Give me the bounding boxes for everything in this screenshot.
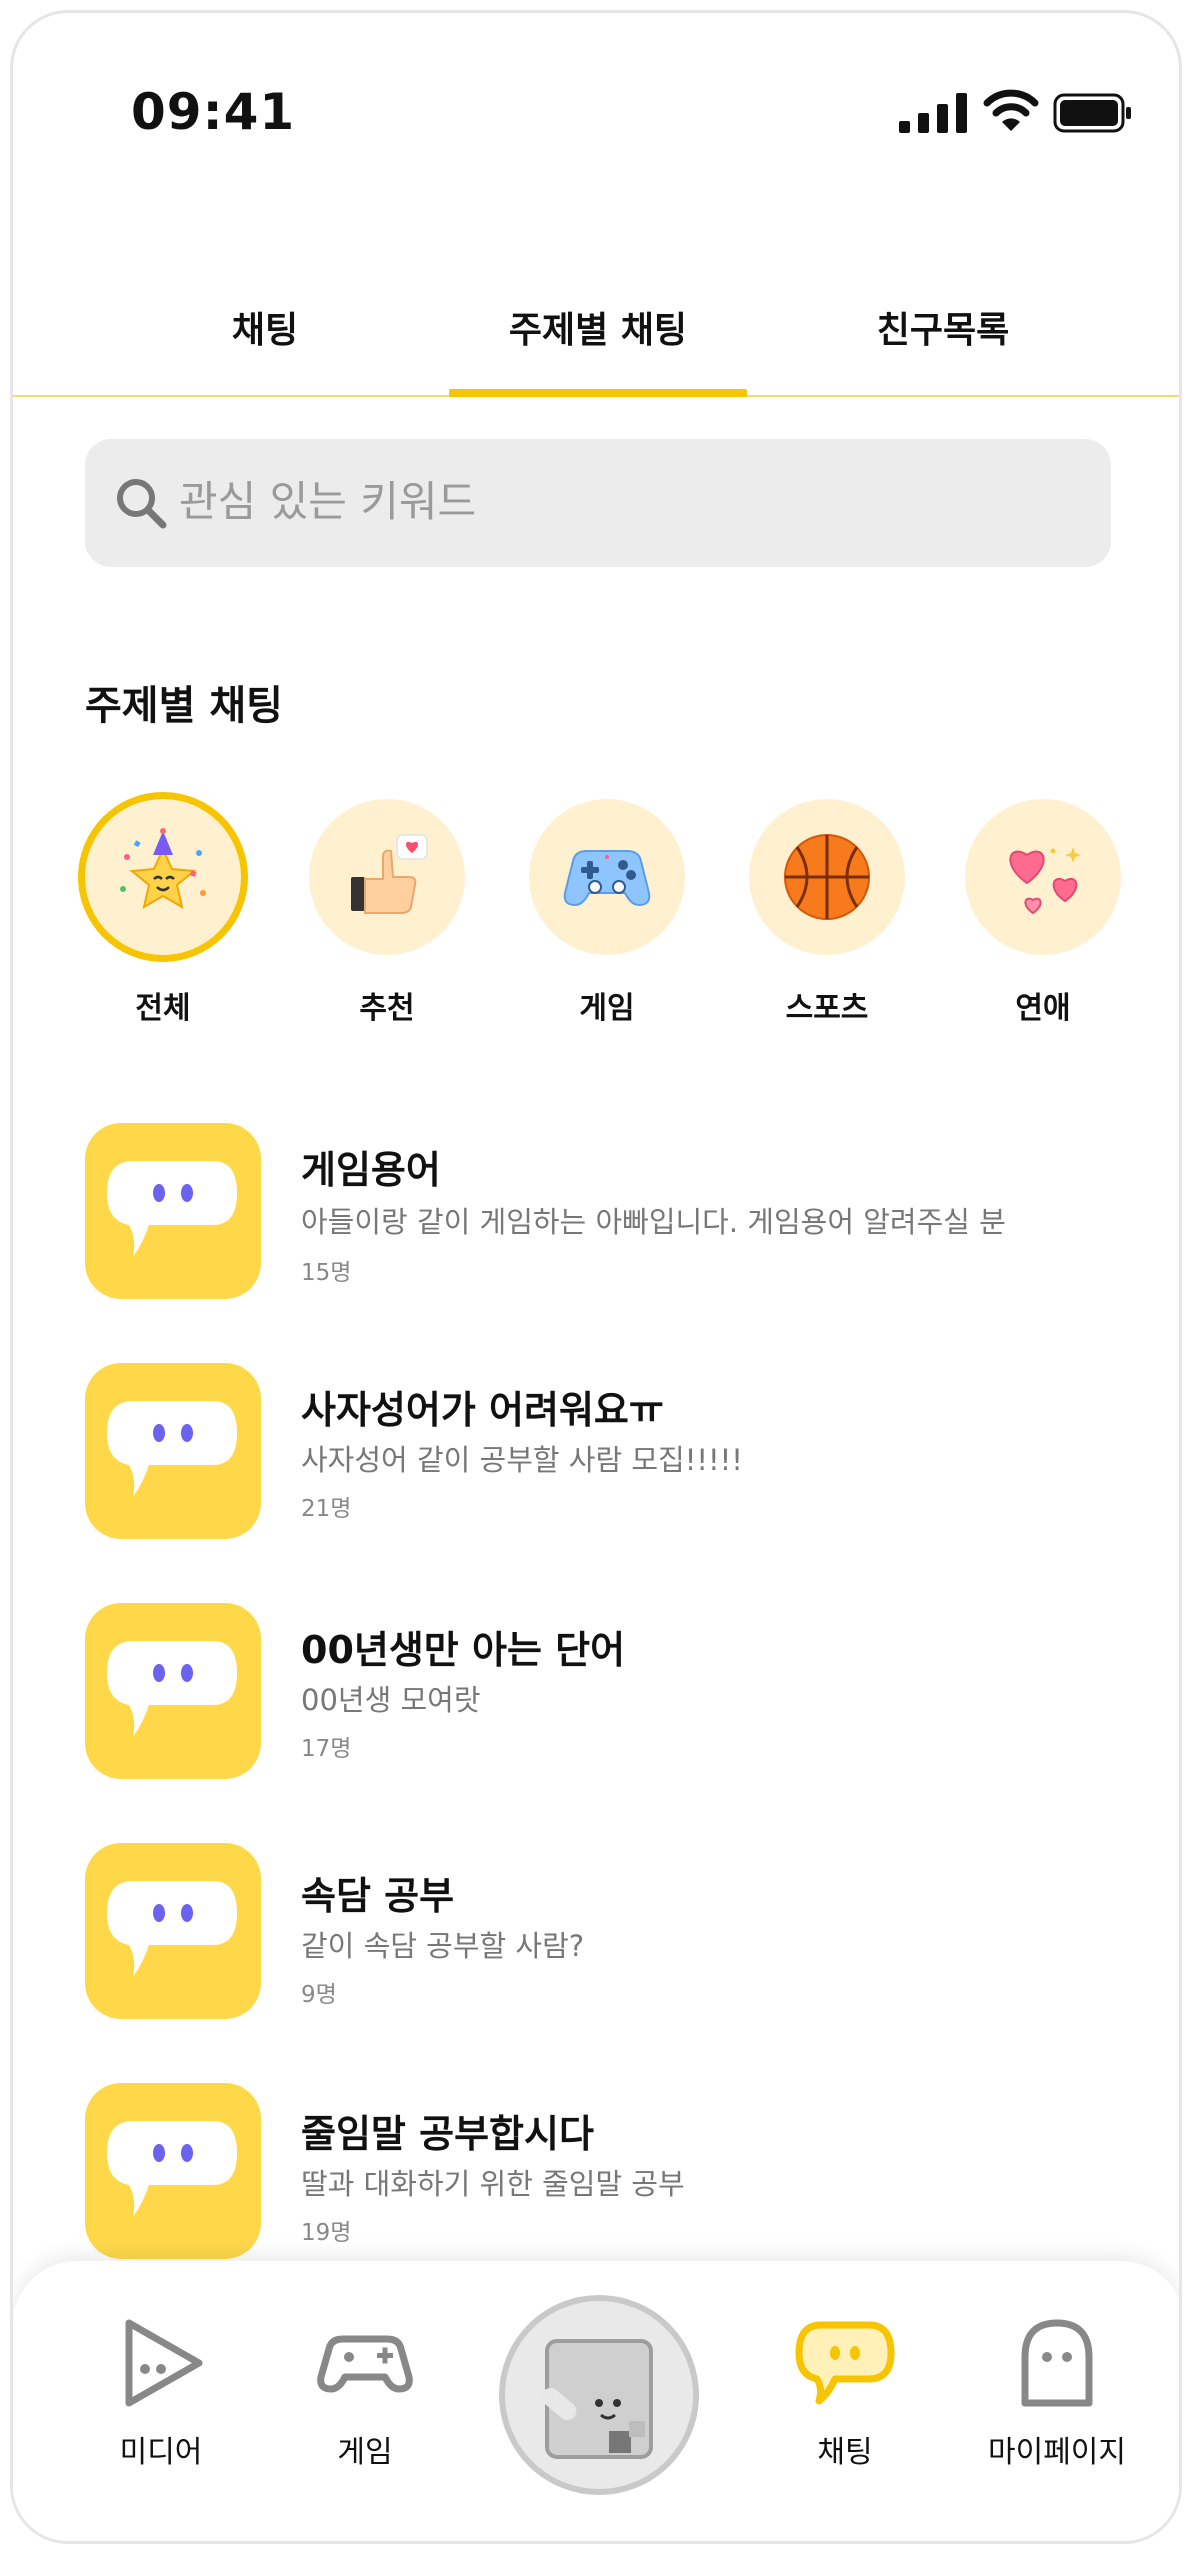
ghost-profile-icon [1021,2319,1093,2407]
list-item[interactable]: 속담 공부 같이 속담 공부할 사람? 9명 [13,1843,1179,2033]
list-item[interactable]: 사자성어가 어려워요ㅠ 사자성어 같이 공부할 사람 모집!!!!! 21명 [13,1363,1179,1553]
room-member-count: 17명 [301,1736,352,1762]
nav-media[interactable]: 미디어 [81,2313,241,2493]
character-avatar-icon [541,2339,653,2459]
chat-bubble-icon [107,2121,237,2217]
category-label-recommended: 추천 [359,991,415,1026]
category-game[interactable] [529,799,685,955]
nav-mypage[interactable]: 마이페이지 [967,2313,1147,2493]
play-icon [125,2319,203,2407]
gamepad-outline-icon [317,2335,413,2393]
tab-chat[interactable]: 채팅 [165,301,365,353]
basketball-icon [784,834,870,920]
category-love[interactable] [965,799,1121,955]
cellular-signal-icon [899,93,967,133]
nav-game[interactable]: 게임 [285,2313,445,2493]
chat-bubble-icon [795,2321,895,2405]
chat-bubble-icon [107,1401,237,1497]
chat-room-thumbnail [85,1363,261,1539]
wifi-icon [983,89,1039,131]
tab-friends[interactable]: 친구목록 [833,301,1053,353]
room-description: 사자성어 같이 공부할 사람 모집!!!!! [301,1443,743,1477]
phone-frame: 09:41 채팅 주제별 채팅 친구목록 주제별 채팅 [10,10,1182,2544]
nav-label-chat: 채팅 [817,2435,873,2470]
active-tab-indicator [449,389,747,397]
list-item[interactable]: 게임용어 아들이랑 같이 게임하는 아빠입니다. 게임용어 알려주실 분 15명 [13,1123,1179,1313]
chat-room-thumbnail [85,1603,261,1779]
nav-chat[interactable]: 채팅 [765,2313,925,2493]
category-label-love: 연애 [1015,991,1071,1026]
list-item[interactable]: 줄임말 공부합시다 딸과 대화하기 위한 줄임말 공부 19명 [13,2083,1179,2273]
search-icon [117,479,167,529]
nav-label-game: 게임 [337,2435,393,2470]
chat-bubble-icon [107,1881,237,1977]
chat-bubble-icon [107,1161,237,1257]
search-input[interactable] [179,471,779,531]
room-title: 사자성어가 어려워요ㅠ [301,1388,664,1432]
room-member-count: 19명 [301,2220,352,2246]
party-star-icon [120,828,206,910]
nav-label-media: 미디어 [119,2435,203,2470]
room-title: 속담 공부 [301,1874,455,1918]
chat-room-thumbnail [85,2083,261,2259]
room-description: 딸과 대화하기 위한 줄임말 공부 [301,2167,685,2201]
chat-room-thumbnail [85,1123,261,1299]
battery-icon [1053,93,1131,133]
room-description: 00년생 모여랏 [301,1683,481,1717]
category-label-game: 게임 [579,991,635,1026]
nav-label-mypage: 마이페이지 [988,2435,1126,2470]
category-label-all: 전체 [135,991,191,1026]
room-title: 00년생만 아는 단어 [301,1628,626,1672]
list-item[interactable]: 00년생만 아는 단어 00년생 모여랏 17명 [13,1603,1179,1793]
thumbs-up-icon [351,834,428,914]
room-member-count: 15명 [301,1260,352,1286]
status-time: 09:41 [131,83,296,141]
room-description: 아들이랑 같이 게임하는 아빠입니다. 게임용어 알려주실 분 [301,1205,1006,1239]
room-member-count: 21명 [301,1496,352,1522]
hearts-icon [1009,847,1081,915]
tab-topic-chat[interactable]: 주제별 채팅 [449,301,747,353]
category-all[interactable] [85,799,241,955]
room-description: 같이 속담 공부할 사람? [301,1929,585,1963]
room-member-count: 9명 [301,1982,337,2008]
gamepad-icon [563,850,651,907]
room-title: 게임용어 [301,1148,441,1192]
category-recommended[interactable] [309,799,465,955]
section-title: 주제별 채팅 [85,683,283,729]
chat-room-thumbnail [85,1843,261,2019]
center-character-button[interactable] [499,2295,699,2495]
category-sports[interactable] [749,799,905,955]
room-title: 줄임말 공부합시다 [301,2112,594,2156]
category-label-sports: 스포츠 [785,991,869,1026]
chat-bubble-icon [107,1641,237,1737]
